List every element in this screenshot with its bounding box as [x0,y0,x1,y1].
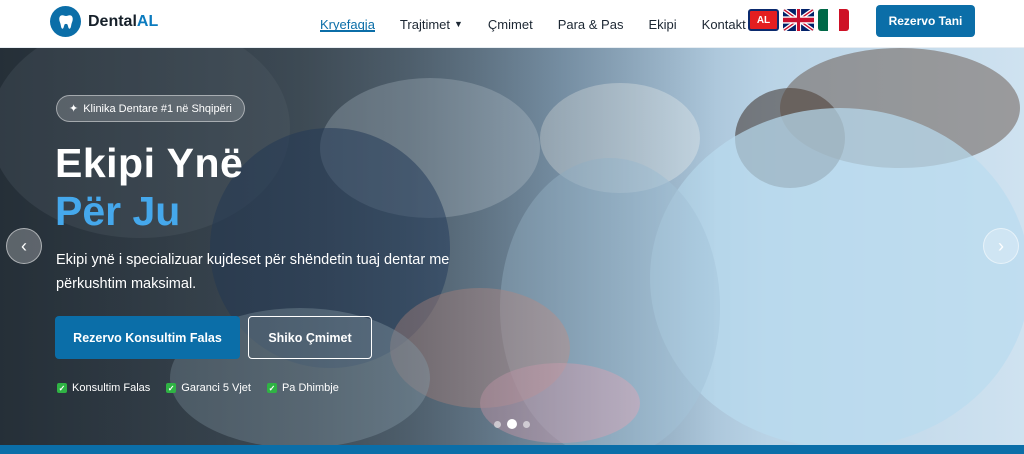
tooth-icon [50,6,81,37]
feature-item: ✓ Konsultim Falas [57,382,151,394]
book-consultation-button[interactable]: Rezervo Konsultim Falas [55,316,240,359]
view-prices-button[interactable]: Shiko Çmimet [248,316,372,359]
brand-name: DentalAL [88,12,159,30]
chevron-left-icon: ‹ [21,235,27,256]
section-divider-bar [0,445,1024,454]
checkmark-icon: ✓ [166,383,177,393]
main-nav: Kryefaqja Trajtimet ▼ Çmimet Para & Pas E… [320,0,771,48]
checkmark-icon: ✓ [57,383,67,393]
slide-dot-1[interactable] [494,420,501,428]
language-switcher: AL [748,9,849,31]
mexico-flag-icon[interactable] [818,9,849,31]
uk-flag-icon[interactable] [783,9,814,31]
hero-title-line2: Për Ju [55,188,181,234]
slide-dot-2[interactable] [507,419,517,429]
nav-item-para-pas[interactable]: Para & Pas [558,0,624,48]
brand-logo[interactable]: DentalAL [50,6,158,37]
hero-features: ✓ Konsultim Falas ✓ Garanci 5 Vjet ✓ Pa … [57,382,339,394]
slide-dot-3[interactable] [523,420,530,428]
book-now-button[interactable]: Rezervo Tani [876,5,975,37]
slider-dots [494,419,530,429]
hero-description: Ekipi ynë i specializuar kujdeset për sh… [56,252,450,292]
nav-item-kontakt[interactable]: Kontakt [702,0,746,48]
albania-flag-icon[interactable]: AL [748,9,779,31]
hero-title-line1: Ekipi Ynë [55,140,244,186]
hero-badge-text: Klinika Dentare #1 në Shqipëri [83,102,232,115]
checkmark-icon: ✓ [266,383,277,393]
nav-item-ekipi[interactable]: Ekipi [648,0,676,48]
sparkle-icon: ✦ [69,103,79,115]
hero-slider: ✦ Klinika Dentare #1 në Shqipëri Ekipi Y… [0,48,1024,445]
feature-item: ✓ Pa Dhimbje [266,382,339,394]
site-header: DentalAL Kryefaqja Trajtimet ▼ Çmimet Par… [0,0,1024,48]
chevron-right-icon: › [998,235,1004,256]
nav-item-trajtimet[interactable]: Trajtimet ▼ [400,0,463,48]
slider-next-button[interactable]: › [983,228,1019,264]
feature-item: ✓ Garanci 5 Vjet [166,382,251,394]
hero-badge: ✦ Klinika Dentare #1 në Shqipëri [56,95,245,122]
chevron-down-icon: ▼ [454,19,463,29]
slider-prev-button[interactable]: ‹ [6,228,42,264]
nav-item-kryefaqja[interactable]: Kryefaqja [320,0,375,48]
nav-item-cmimet[interactable]: Çmimet [488,0,533,48]
